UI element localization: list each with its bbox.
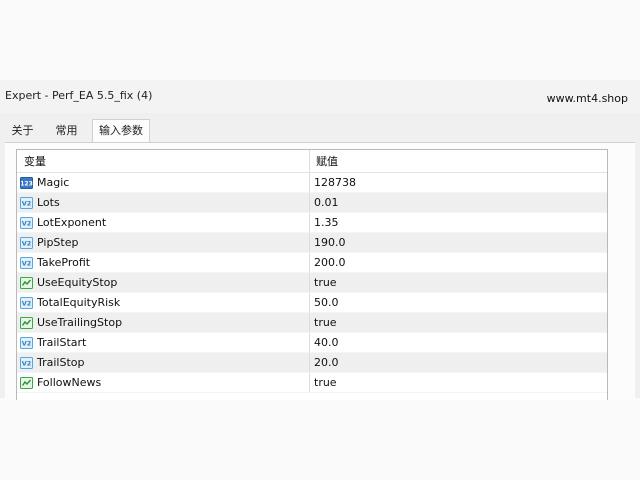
- tab-about[interactable]: 关于: [5, 120, 40, 141]
- double-icon: V2: [20, 336, 33, 349]
- svg-text:V2: V2: [22, 259, 32, 267]
- variable-cell[interactable]: V2 TrailStop: [17, 353, 310, 372]
- value-cell[interactable]: 200.0: [310, 253, 607, 272]
- table-row[interactable]: V2 TrailStart 40.0: [17, 333, 607, 353]
- svg-text:V2: V2: [22, 199, 32, 207]
- table-row[interactable]: V2 TrailStop 20.0: [17, 353, 607, 373]
- variable-name: Magic: [37, 176, 70, 189]
- value-cell[interactable]: 128738: [310, 173, 607, 192]
- variable-cell[interactable]: UseTrailingStop: [17, 313, 310, 332]
- value-cell[interactable]: 50.0: [310, 293, 607, 312]
- table-row[interactable]: V2 LotExponent 1.35: [17, 213, 607, 233]
- svg-text:123: 123: [20, 180, 33, 187]
- table-row[interactable]: V2 Lots 0.01: [17, 193, 607, 213]
- window-title: Expert - Perf_EA 5.5_fix (4): [5, 89, 153, 102]
- value-cell[interactable]: true: [310, 373, 607, 392]
- svg-text:V2: V2: [22, 239, 32, 247]
- variable-name: TrailStop: [37, 356, 85, 369]
- variable-name: Lots: [37, 196, 60, 209]
- table-row[interactable]: V2 TakeProfit 200.0: [17, 253, 607, 273]
- variable-name: FollowNews: [37, 376, 102, 389]
- variable-cell[interactable]: V2 PipStep: [17, 233, 310, 252]
- table-body: 123 Magic 128738 V2 Lots 0.01 V2 LotExponent 1.3…: [17, 173, 607, 393]
- title-bar[interactable]: Expert - Perf_EA 5.5_fix (4) www.mt4.sho…: [0, 80, 640, 113]
- parameters-table: 变量 赋值 123 Magic 128738 V2 Lots 0.01 V2 LotExpon…: [16, 149, 608, 400]
- value-cell[interactable]: 190.0: [310, 233, 607, 252]
- table-row[interactable]: FollowNews true: [17, 373, 607, 393]
- variable-cell[interactable]: V2 TakeProfit: [17, 253, 310, 272]
- int-123-icon: 123: [20, 176, 33, 189]
- variable-cell[interactable]: UseEquityStop: [17, 273, 310, 292]
- value-cell[interactable]: true: [310, 273, 607, 292]
- column-header-value[interactable]: 赋值: [310, 150, 607, 172]
- variable-name: TotalEquityRisk: [37, 296, 121, 309]
- value-cell[interactable]: 20.0: [310, 353, 607, 372]
- variable-cell[interactable]: FollowNews: [17, 373, 310, 392]
- double-icon: V2: [20, 196, 33, 209]
- bool-icon: [20, 276, 33, 289]
- bool-icon: [20, 316, 33, 329]
- double-icon: V2: [20, 356, 33, 369]
- variable-cell[interactable]: V2 Lots: [17, 193, 310, 212]
- variable-cell[interactable]: V2 LotExponent: [17, 213, 310, 232]
- value-cell[interactable]: true: [310, 313, 607, 332]
- variable-name: UseTrailingStop: [37, 316, 123, 329]
- tab-common[interactable]: 常用: [49, 120, 84, 141]
- double-icon: V2: [20, 256, 33, 269]
- svg-text:V2: V2: [22, 339, 32, 347]
- value-cell[interactable]: 40.0: [310, 333, 607, 352]
- column-header-variable[interactable]: 变量: [17, 150, 310, 172]
- watermark-text: www.mt4.shop: [546, 92, 628, 105]
- svg-text:V2: V2: [22, 299, 32, 307]
- value-cell[interactable]: 1.35: [310, 213, 607, 232]
- inputs-panel: 变量 赋值 123 Magic 128738 V2 Lots 0.01 V2 LotExpon…: [5, 142, 635, 400]
- table-row[interactable]: 123 Magic 128738: [17, 173, 607, 193]
- variable-name: TakeProfit: [37, 256, 91, 269]
- table-header: 变量 赋值: [17, 150, 607, 173]
- expert-properties-dialog: Expert - Perf_EA 5.5_fix (4) www.mt4.sho…: [0, 80, 640, 400]
- table-row[interactable]: V2 TotalEquityRisk 50.0: [17, 293, 607, 313]
- double-icon: V2: [20, 296, 33, 309]
- tab-strip: 关于 常用 输入参数: [5, 119, 635, 143]
- double-icon: V2: [20, 216, 33, 229]
- svg-text:V2: V2: [22, 359, 32, 367]
- variable-cell[interactable]: V2 TrailStart: [17, 333, 310, 352]
- bool-icon: [20, 376, 33, 389]
- svg-text:V2: V2: [22, 219, 32, 227]
- table-row[interactable]: UseEquityStop true: [17, 273, 607, 293]
- variable-name: UseEquityStop: [37, 276, 118, 289]
- table-row[interactable]: UseTrailingStop true: [17, 313, 607, 333]
- page: Expert - Perf_EA 5.5_fix (4) www.mt4.sho…: [0, 0, 640, 480]
- variable-cell[interactable]: 123 Magic: [17, 173, 310, 192]
- variable-name: TrailStart: [37, 336, 87, 349]
- value-cell[interactable]: 0.01: [310, 193, 607, 212]
- variable-cell[interactable]: V2 TotalEquityRisk: [17, 293, 310, 312]
- variable-name: LotExponent: [37, 216, 107, 229]
- table-row[interactable]: V2 PipStep 190.0: [17, 233, 607, 253]
- double-icon: V2: [20, 236, 33, 249]
- tab-inputs[interactable]: 输入参数: [92, 119, 150, 143]
- variable-name: PipStep: [37, 236, 79, 249]
